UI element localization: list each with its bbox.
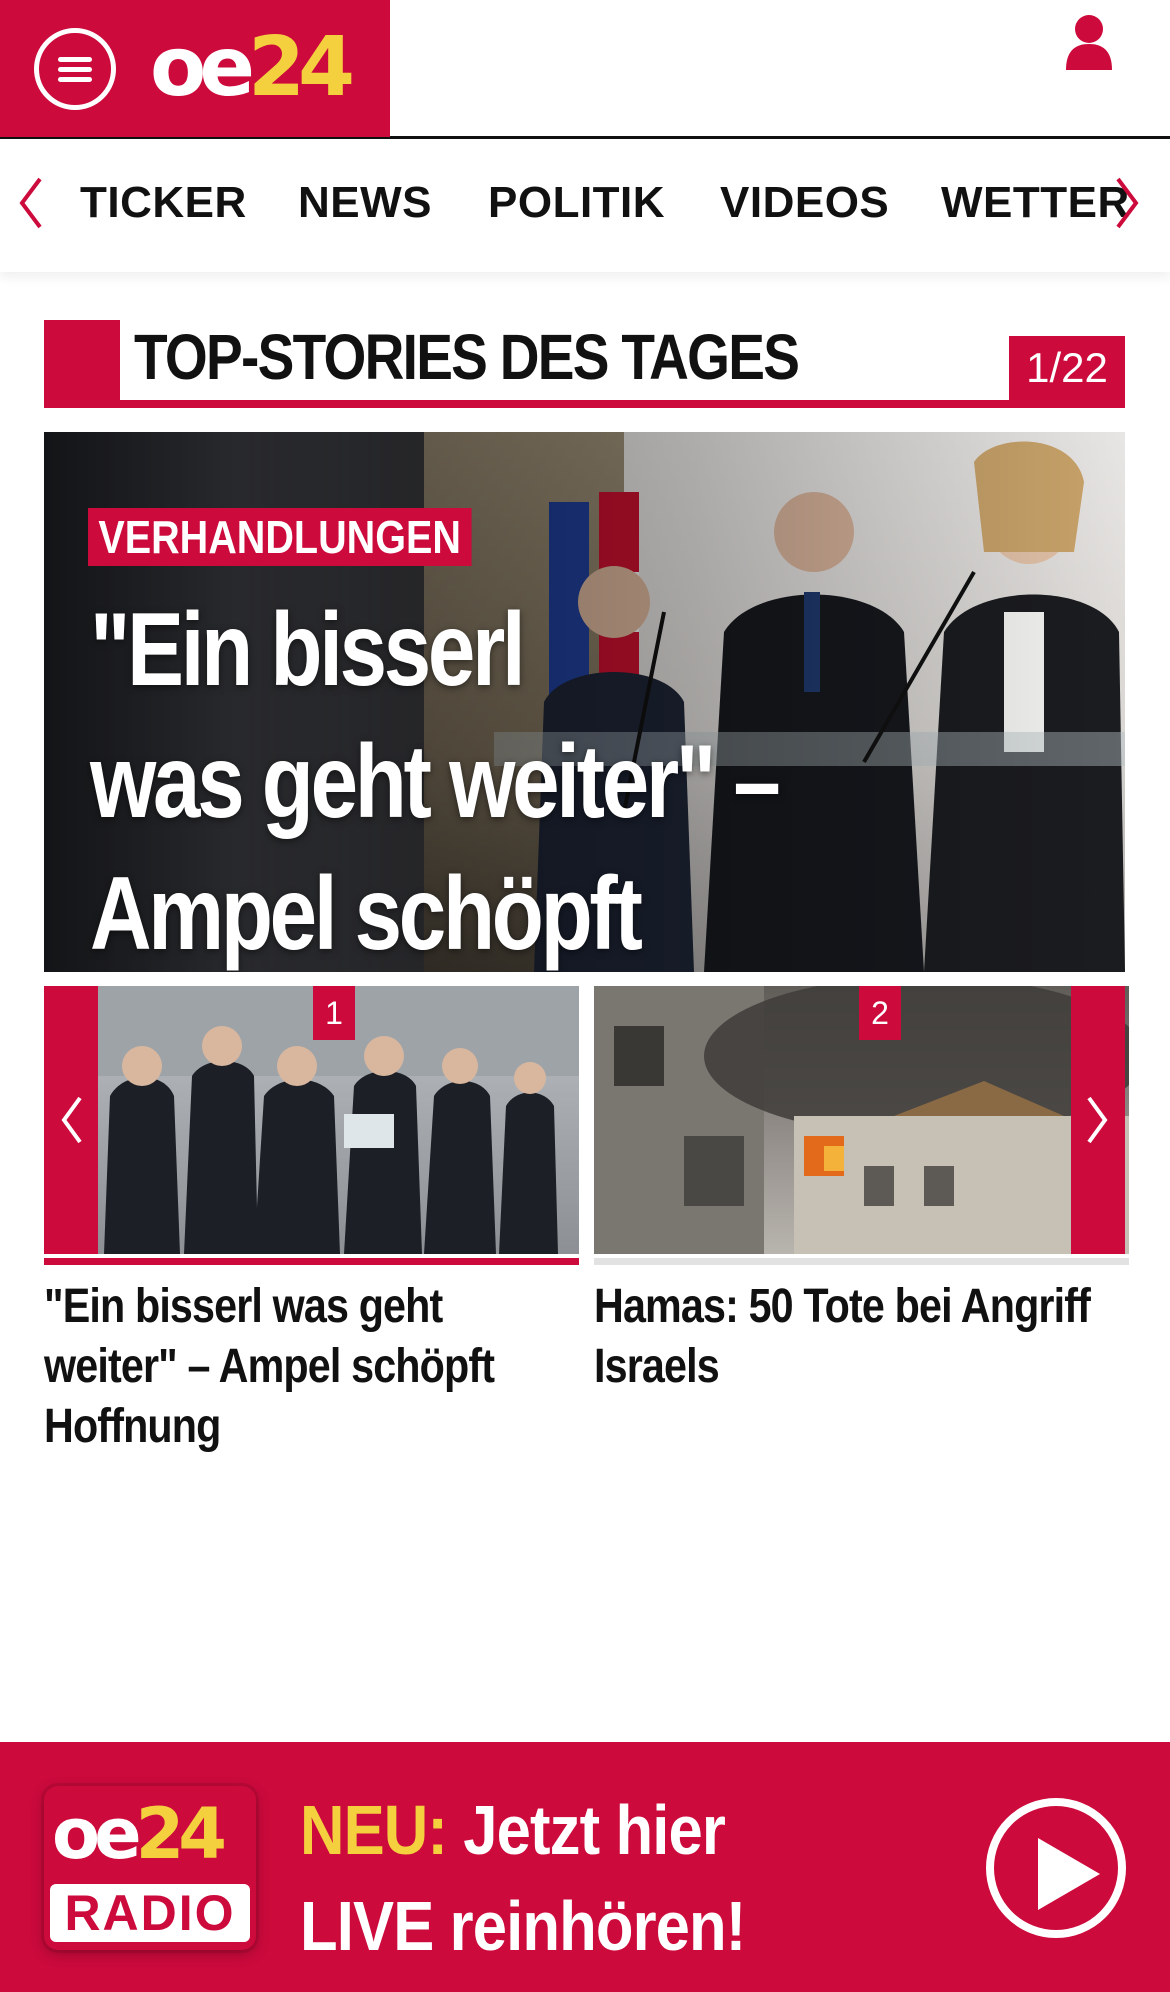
- carousel-prev-button[interactable]: [44, 986, 98, 1254]
- hero-headline[interactable]: "Ein bisserl was geht weiter" – Ampel sc…: [90, 584, 943, 972]
- carousel-progress-inactive: [594, 1258, 1129, 1265]
- nav-item-wetter[interactable]: WETTER: [941, 178, 1130, 228]
- oe24-radio-logo[interactable]: oe24 RADIO: [44, 1786, 256, 1950]
- carousel-image-destroyed-building[interactable]: 2: [594, 986, 1129, 1254]
- carousel-number: 2: [859, 986, 901, 1040]
- story-carousel: 1 "Ein bisserl was geht weiter" – Ampel …: [44, 986, 1129, 1453]
- carousel-progress-active: [44, 1258, 579, 1265]
- section-header: TOP-STORIES DES TAGES 1/22: [44, 320, 1125, 408]
- oe24-logo[interactable]: oe24: [150, 18, 355, 118]
- radio-banner[interactable]: oe24 RADIO NEU: Jetzt hier LIVE reinhöre…: [0, 1742, 1170, 1992]
- carousel-caption[interactable]: "Ein bisserl was geht weiter" – Ampel sc…: [44, 1277, 577, 1457]
- hero-tag[interactable]: VERHANDLUNGEN: [88, 508, 472, 566]
- hero-story[interactable]: VERHANDLUNGEN "Ein bisserl was geht weit…: [44, 432, 1125, 972]
- play-icon: [1038, 1838, 1100, 1910]
- radio-promo-text[interactable]: NEU: Jetzt hier LIVE reinhören!: [300, 1782, 746, 1974]
- user-icon[interactable]: [1064, 12, 1114, 72]
- carousel-item[interactable]: 2 Hamas: 50 Tote bei Angriff Israels: [594, 986, 1129, 1397]
- carousel-next-button[interactable]: [1071, 986, 1125, 1254]
- slide-counter: 1/22: [1009, 336, 1125, 400]
- site-header: oe24: [0, 0, 1170, 139]
- category-nav: TICKER NEWS POLITIK VIDEOS WETTER: [0, 139, 1170, 272]
- title-accent-block: [44, 320, 120, 408]
- hamburger-menu-icon[interactable]: [34, 28, 116, 110]
- chevron-left-icon: [61, 1096, 82, 1144]
- chevron-right-icon: [1087, 1096, 1108, 1144]
- nav-item-videos[interactable]: VIDEOS: [720, 178, 889, 228]
- nav-item-news[interactable]: NEWS: [298, 178, 432, 228]
- brand-bar: oe24: [0, 0, 390, 137]
- nav-item-ticker[interactable]: TICKER: [80, 178, 247, 228]
- carousel-image-politicians-walking[interactable]: 1: [44, 986, 579, 1254]
- carousel-number: 1: [313, 986, 355, 1040]
- play-button[interactable]: [986, 1798, 1126, 1938]
- carousel-caption[interactable]: Hamas: 50 Tote bei Angriff Israels: [594, 1277, 1127, 1397]
- section-title: TOP-STORIES DES TAGES: [134, 321, 800, 393]
- chevron-right-icon[interactable]: [1112, 175, 1142, 231]
- chevron-left-icon[interactable]: [16, 175, 46, 231]
- carousel-item[interactable]: 1 "Ein bisserl was geht weiter" – Ampel …: [44, 986, 579, 1457]
- nav-item-politik[interactable]: POLITIK: [488, 178, 665, 228]
- title-underline: [44, 400, 1125, 408]
